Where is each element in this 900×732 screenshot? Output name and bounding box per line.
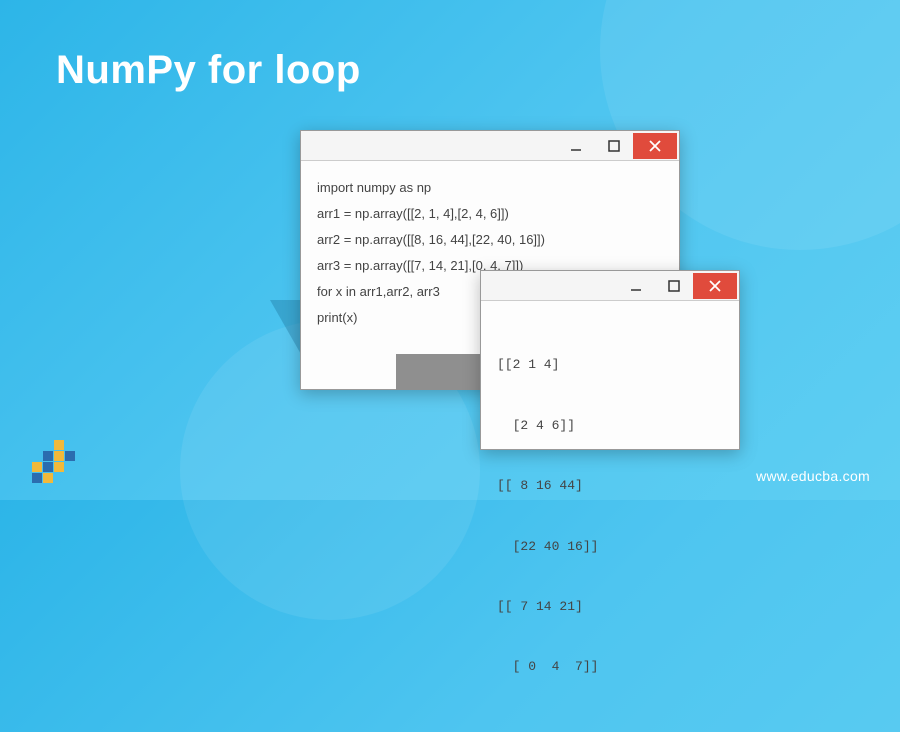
output-line: [[ 7 14 21]: [497, 597, 723, 617]
logo-pixel: [54, 462, 64, 472]
site-url: www.educba.com: [756, 468, 870, 484]
logo-pixel: [43, 451, 53, 461]
educba-logo: [32, 438, 76, 482]
output-line: [[2 1 4]: [497, 355, 723, 375]
decorative-block: [396, 354, 486, 390]
output-window: [[2 1 4] [2 4 6]] [[ 8 16 44] [22 40 16]…: [480, 270, 740, 450]
logo-pixel: [54, 451, 64, 461]
maximize-icon[interactable]: [655, 275, 693, 297]
logo-pixel: [54, 440, 64, 450]
output-line: [[ 8 16 44]: [497, 476, 723, 496]
output-line: [2 4 6]]: [497, 416, 723, 436]
output-body: [[2 1 4] [2 4 6]] [[ 8 16 44] [22 40 16]…: [481, 301, 739, 732]
code-line: arr2 = np.array([[8, 16, 44],[22, 40, 16…: [317, 227, 663, 253]
code-line: import numpy as np: [317, 175, 663, 201]
logo-pixel: [65, 451, 75, 461]
minimize-icon[interactable]: [557, 135, 595, 157]
titlebar: [301, 131, 679, 161]
close-icon[interactable]: [633, 133, 677, 159]
logo-pixel: [43, 473, 53, 483]
logo-pixel: [32, 462, 42, 472]
page-title: NumPy for loop: [56, 48, 361, 93]
minimize-icon[interactable]: [617, 275, 655, 297]
titlebar: [481, 271, 739, 301]
close-icon[interactable]: [693, 273, 737, 299]
code-line: arr1 = np.array([[2, 1, 4],[2, 4, 6]]): [317, 201, 663, 227]
logo-pixel: [43, 462, 53, 472]
output-line: [ 0 4 7]]: [497, 657, 723, 677]
output-line: [22 40 16]]: [497, 537, 723, 557]
maximize-icon[interactable]: [595, 135, 633, 157]
logo-pixel: [32, 473, 42, 483]
